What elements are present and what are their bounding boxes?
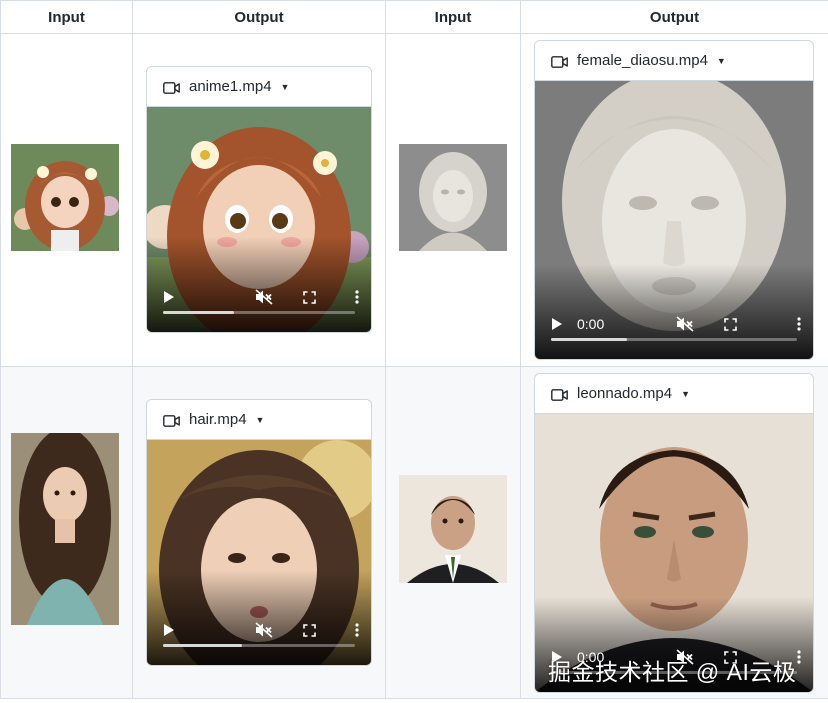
more-vertical-icon[interactable] [797, 650, 801, 664]
output-cell: leonnado.mp4 ▼ 0:00 [520, 366, 828, 699]
fullscreen-icon[interactable] [303, 623, 316, 637]
header-output-1: Output [132, 0, 386, 34]
video-camera-icon [163, 81, 180, 94]
video-camera-icon [551, 388, 568, 401]
input-cell [0, 366, 133, 699]
examples-table: Input Output Input Output anime1.mp4 ▼ f… [0, 0, 828, 699]
video-card-header: anime1.mp4 ▼ [147, 67, 371, 107]
video-filename: anime1.mp4 [189, 78, 272, 95]
input-image-statue [399, 144, 507, 251]
video-card-header: hair.mp4 ▼ [147, 400, 371, 440]
input-cell [385, 366, 521, 699]
output-cell: hair.mp4 ▼ [132, 366, 386, 699]
play-icon[interactable] [163, 290, 175, 304]
fullscreen-icon[interactable] [303, 290, 316, 304]
caret-down-icon[interactable]: ▼ [717, 56, 726, 66]
video-progress-bar[interactable] [163, 644, 355, 647]
input-cell [385, 33, 521, 367]
video-camera-icon [551, 55, 568, 68]
video-card-header: female_diaosu.mp4 ▼ [535, 41, 813, 81]
mute-icon[interactable] [255, 622, 273, 638]
video-filename: female_diaosu.mp4 [577, 52, 708, 69]
more-vertical-icon[interactable] [355, 623, 359, 637]
watermark: 掘金技术社区 @ AI云极 [548, 659, 797, 685]
video-controls [147, 615, 371, 645]
video-player[interactable] [147, 440, 371, 665]
video-filename: leonnado.mp4 [577, 385, 673, 402]
mute-icon[interactable] [255, 289, 273, 305]
more-vertical-icon[interactable] [355, 290, 359, 304]
table-row: hair.mp4 ▼ leonnado.mp4 ▼ 0:00 [0, 366, 828, 699]
video-card-anime1: anime1.mp4 ▼ [146, 66, 372, 333]
header-output-2: Output [520, 0, 828, 34]
video-player[interactable]: 0:00 [535, 414, 813, 692]
video-controls: 0:00 [535, 309, 813, 339]
caret-down-icon[interactable]: ▼ [281, 82, 290, 92]
output-cell: female_diaosu.mp4 ▼ 0:00 [520, 33, 828, 367]
table-row: anime1.mp4 ▼ female_diaosu.mp4 ▼ 0:00 [0, 33, 828, 367]
input-cell [0, 33, 133, 367]
caret-down-icon[interactable]: ▼ [681, 389, 690, 399]
header-input-2: Input [385, 0, 521, 34]
video-time: 0:00 [577, 316, 605, 332]
caret-down-icon[interactable]: ▼ [256, 415, 265, 425]
video-progress-bar[interactable] [551, 338, 797, 341]
video-progress-bar[interactable] [163, 311, 355, 314]
play-icon[interactable] [163, 623, 175, 637]
video-card-hair: hair.mp4 ▼ [146, 399, 372, 666]
input-image-hair [11, 433, 119, 625]
video-filename: hair.mp4 [189, 411, 247, 428]
video-player[interactable] [147, 107, 371, 332]
video-controls [147, 282, 371, 312]
video-player[interactable]: 0:00 [535, 81, 813, 359]
video-camera-icon [163, 414, 180, 427]
mute-icon[interactable] [676, 316, 694, 332]
fullscreen-icon[interactable] [724, 317, 738, 331]
video-card-header: leonnado.mp4 ▼ [535, 374, 813, 414]
input-image-man [399, 475, 507, 583]
output-cell: anime1.mp4 ▼ [132, 33, 386, 367]
video-card-female-diaosu: female_diaosu.mp4 ▼ 0:00 [534, 40, 814, 360]
video-card-leonnado: leonnado.mp4 ▼ 0:00 [534, 373, 814, 693]
input-image-anime [11, 144, 119, 251]
more-vertical-icon[interactable] [797, 317, 801, 331]
play-icon[interactable] [551, 317, 563, 331]
header-input-1: Input [0, 0, 133, 34]
